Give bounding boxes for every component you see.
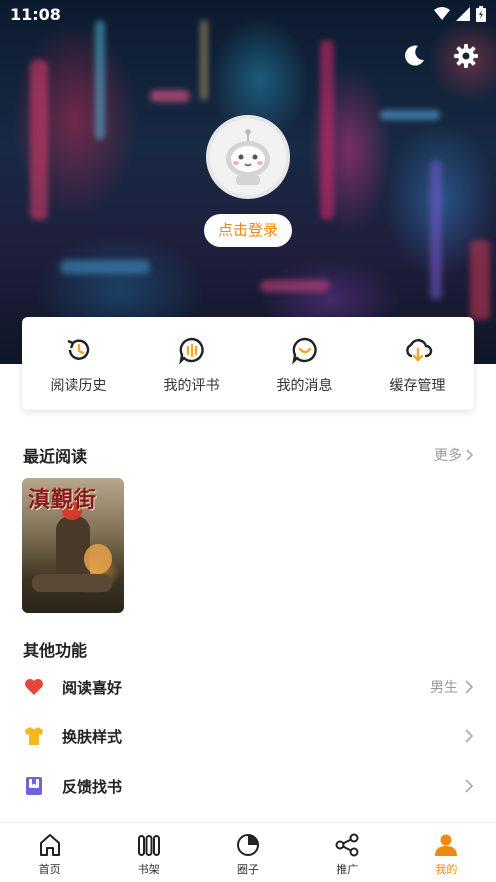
function-row-feedback-find-book[interactable]: 反馈找书 [0,762,496,810]
quick-action-reading-history[interactable]: 阅读历史 [22,317,135,410]
circle-icon [237,834,259,856]
nav-tab-promotion[interactable]: 推广 [298,823,397,882]
status-bar: 11:08 [0,0,496,28]
quick-action-label: 我的评书 [163,378,220,394]
other-functions-title: 其他功能 [23,641,88,660]
quick-action-my-messages[interactable]: 我的消息 [248,317,361,410]
nav-label: 推广 [336,863,359,876]
chevron-right-icon [465,680,474,694]
nav-tab-mine[interactable]: 我的 [397,823,496,882]
bottom-navigation: 首页 书架 圈子 推广 我的 [0,822,496,882]
nav-tab-home[interactable]: 首页 [0,823,99,882]
user-icon [435,834,458,856]
quick-action-label: 阅读历史 [50,378,107,394]
nav-label: 我的 [435,863,458,876]
chevron-right-icon [466,449,474,461]
avatar[interactable] [206,115,290,199]
function-row-reading-preference[interactable]: 阅读喜好 男生 [0,663,496,711]
book-cover-title: 滇覲街 [28,487,98,513]
history-icon [67,339,89,360]
more-label: 更多 [434,448,462,464]
function-label: 反馈找书 [62,777,123,796]
book-icon [26,777,42,795]
cloud-download-icon [405,339,432,362]
quick-action-label: 缓存管理 [389,378,446,394]
function-label: 阅读喜好 [62,678,123,697]
quick-action-cache-management[interactable]: 缓存管理 [361,317,474,410]
quick-action-my-reviews[interactable]: 我的评书 [135,317,248,410]
status-time: 11:08 [10,5,61,24]
recent-reading-more-link[interactable]: 更多 [434,445,474,465]
recent-reading-title: 最近阅读 [23,447,88,466]
function-row-skin-style[interactable]: 换肤样式 [0,712,496,760]
wifi-icon [434,7,450,20]
share-icon [335,833,359,857]
home-icon [39,834,60,856]
book-cover[interactable]: 滇覲街 [22,478,124,613]
nav-label: 书架 [137,863,160,876]
robot-avatar-icon [226,129,270,185]
night-mode-button[interactable] [400,42,428,70]
moon-icon [405,45,424,66]
chevron-right-icon [465,729,474,743]
nav-tab-circle[interactable]: 圈子 [198,823,297,882]
login-button[interactable]: 点击登录 [204,214,292,247]
status-icons [434,6,486,22]
quick-actions-card: 阅读历史 我的评书 我的消息 缓存管理 [22,317,474,410]
top-actions [400,42,480,70]
message-icon [291,337,317,365]
comment-icon [178,337,204,365]
nav-label: 圈子 [237,863,259,876]
gear-icon [454,44,478,68]
nav-label: 首页 [38,863,61,876]
nav-tab-bookshelf[interactable]: 书架 [99,823,198,882]
signal-icon [456,7,470,21]
tshirt-icon [25,727,43,745]
quick-action-label: 我的消息 [276,378,333,394]
function-value: 男生 [430,680,458,696]
bookshelf-icon [137,835,160,856]
function-label: 换肤样式 [62,727,123,746]
chevron-right-icon [465,779,474,793]
heart-icon [25,679,43,695]
battery-icon [476,6,486,22]
settings-button[interactable] [452,42,480,70]
